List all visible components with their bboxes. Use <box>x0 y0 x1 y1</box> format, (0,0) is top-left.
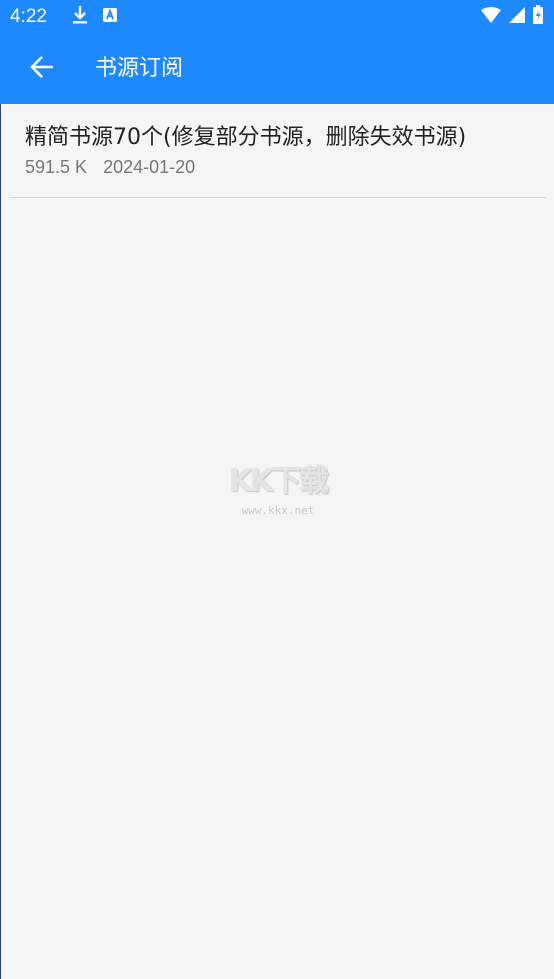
status-time: 4:22 <box>10 6 47 27</box>
list-divider <box>9 197 546 198</box>
back-button[interactable] <box>18 45 66 93</box>
battery-icon <box>532 5 544 29</box>
subscription-date: 2024-01-20 <box>103 157 196 177</box>
watermark-logo: KK下载 <box>228 464 330 499</box>
watermark: KK下载 www.kkx.net <box>218 462 338 524</box>
subscription-title: 精简书源70个(修复部分书源，删除失效书源) <box>25 125 467 150</box>
status-bar: 4:22 <box>0 0 554 34</box>
wifi-icon <box>480 6 502 28</box>
left-edge-line <box>0 104 1 979</box>
subscription-meta: 591.5 K 2024-01-20 <box>25 156 195 178</box>
font-a-icon <box>102 7 118 27</box>
app-bar: 书源订阅 <box>0 34 554 104</box>
download-icon <box>72 5 88 29</box>
page-title: 书源订阅 <box>95 56 184 81</box>
arrow-left-icon <box>28 53 56 85</box>
signal-icon <box>508 6 526 28</box>
status-left-icons <box>72 5 118 29</box>
subscription-size: 591.5 K <box>25 157 88 177</box>
watermark-url: www.kkx.net <box>241 504 315 517</box>
subscription-item[interactable]: 精简书源70个(修复部分书源，删除失效书源) 591.5 K 2024-01-2… <box>0 104 554 198</box>
status-right-icons <box>480 5 544 29</box>
